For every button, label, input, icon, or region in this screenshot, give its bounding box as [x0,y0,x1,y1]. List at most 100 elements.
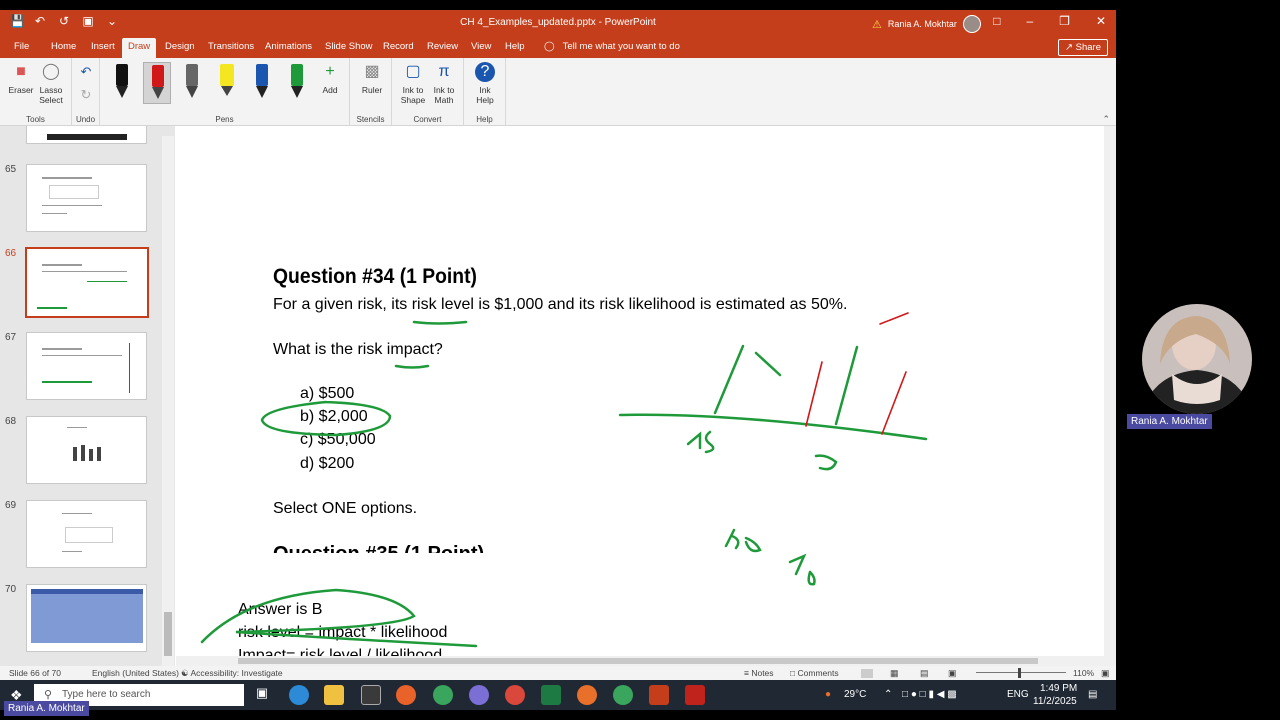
teams-icon[interactable] [469,685,489,705]
slide-thumbnail-70[interactable] [26,584,147,652]
pen-black[interactable] [108,62,136,104]
tab-help[interactable]: Help [505,41,525,52]
app-icon[interactable] [577,685,597,705]
slide-thumbnail-68[interactable] [26,416,147,484]
thumb-bar [81,445,85,461]
share-button[interactable]: ↗ Share [1058,39,1108,56]
thumb-line [42,348,82,350]
lasso-icon: ◯ [42,63,60,80]
help-icon: ? [475,62,495,82]
accessibility-status[interactable]: ☯ Accessibility: Investigate [181,668,283,679]
powerpoint-icon[interactable] [649,685,669,705]
tab-review[interactable]: Review [427,41,458,52]
thumb-line [42,177,92,179]
collapse-ribbon-icon[interactable]: ⌃ [1102,114,1110,125]
ribbon: ■ Eraser ◯ Lasso Select Tools ↶ ↻ Undo +… [0,58,1116,126]
chrome-icon[interactable] [433,685,453,705]
tab-slide-show[interactable]: Slide Show [325,41,373,52]
clock-date[interactable]: 11/2/2025 [1033,696,1077,707]
input-language[interactable]: ENG [1007,689,1029,700]
pen-blue[interactable] [248,62,276,104]
slide-canvas[interactable]: Question #34 (1 Point) For a given risk,… [176,126,1104,656]
task-view-icon[interactable]: ▣ [252,685,272,705]
fit-slide-icon[interactable]: ▣ [1101,668,1110,679]
title-bar: 💾 ↶ ↺ ▣ ⌄ CH 4_Examples_updated.pptx - P… [0,10,1116,36]
pen-green[interactable] [283,62,311,104]
excel-icon[interactable] [541,685,561,705]
tab-design[interactable]: Design [165,41,195,52]
slide-thumbnail-66[interactable] [25,247,149,318]
language-indicator[interactable]: English (United States) [92,668,179,678]
thumbnail-scrollbar[interactable] [162,136,174,666]
temperature[interactable]: 29°C [844,689,866,700]
search-icon: ⚲ [44,689,53,701]
ink-to-shape-button[interactable]: ▢ Ink to Shape [398,62,428,105]
chrome-profile-icon[interactable] [505,685,525,705]
slideshow-view-icon[interactable]: ▣ [948,668,957,679]
slide-thumbnail-65[interactable] [26,164,147,232]
lasso-select-button[interactable]: ◯ Lasso Select [36,62,66,105]
highlighter-yellow[interactable] [213,62,241,104]
close-icon[interactable]: ✕ [1096,14,1106,28]
tab-home[interactable]: Home [51,41,76,52]
file-explorer-icon[interactable] [324,685,344,705]
account-name[interactable]: Rania A. Mokhtar [888,19,957,29]
pens-group: + Add Pens [100,58,350,126]
tray-icons[interactable]: □ ● □ ▮ ◀ ▩ [902,689,957,700]
ribbon-display-icon[interactable]: □ [993,14,1000,28]
tab-file[interactable]: File [14,41,29,52]
weather-icon[interactable]: ● [825,689,831,700]
status-bar: Slide 66 of 70 English (United States) ☯… [0,666,1116,680]
zoom-slider-handle[interactable] [1018,668,1021,678]
share-label: Share [1075,42,1101,53]
stencils-group-label: Stencils [356,115,385,124]
ribbon-undo-button[interactable]: ↶ ↻ [78,62,94,108]
tab-transitions[interactable]: Transitions [208,41,254,52]
add-pen-button[interactable]: + Add [318,62,342,95]
firefox-icon[interactable] [396,685,416,705]
avatar[interactable] [962,15,981,33]
tab-insert[interactable]: Insert [91,41,115,52]
pencil-gray[interactable] [178,62,206,104]
ink-help-button[interactable]: ? Ink Help [470,62,500,105]
edge-icon[interactable] [289,685,309,705]
add-icon: + [325,63,335,80]
thumbnail-scroll-thumb[interactable] [164,612,172,656]
maximize-icon[interactable]: ❐ [1059,14,1070,28]
notes-button[interactable]: ≡ Notes [744,668,774,678]
zoom-slider[interactable] [976,672,1066,673]
tab-animations[interactable]: Animations [265,41,312,52]
notes-label: Notes [751,668,774,678]
tell-me-box[interactable]: ◯ Tell me what you want to do [544,41,680,52]
tab-view[interactable]: View [471,41,491,52]
thumb-ink [42,381,92,383]
eraser-button[interactable]: ■ Eraser [6,62,36,95]
acrobat-icon[interactable] [685,685,705,705]
pen-red[interactable] [143,62,171,104]
chrome-2-icon[interactable] [613,685,633,705]
reading-view-icon[interactable]: ▤ [920,668,929,679]
slide-thumbnail-67[interactable] [26,332,147,400]
thumb-line [67,427,87,428]
slide-thumbnail-69[interactable] [26,500,147,568]
mail-icon[interactable] [361,685,381,705]
notifications-icon[interactable]: ▤ [1088,689,1097,700]
tab-record[interactable]: Record [383,41,414,52]
slide-number-65: 65 [5,164,17,175]
horizontal-scroll-thumb[interactable] [238,658,1038,664]
tab-draw[interactable]: Draw [122,38,157,58]
zoom-level[interactable]: 110% [1073,668,1094,678]
ruler-button[interactable]: ▩ Ruler [358,62,386,95]
minimize-icon[interactable]: – [1026,14,1033,28]
slide-thumbnail-64[interactable] [26,126,147,144]
clock-time[interactable]: 1:49 PM [1040,683,1077,694]
ink-to-math-button[interactable]: π Ink to Math [429,62,459,105]
tray-chevron-icon[interactable]: ⌃ [884,689,892,700]
comments-button[interactable]: □ Comments [790,668,839,678]
vertical-scrollbar[interactable] [1104,126,1116,666]
ink-underline-impact [394,364,430,369]
slide-sorter-icon[interactable]: ▦ [890,668,899,679]
convert-group-label: Convert [413,115,442,124]
thumb-bar [89,449,93,461]
normal-view-icon[interactable] [861,669,873,678]
